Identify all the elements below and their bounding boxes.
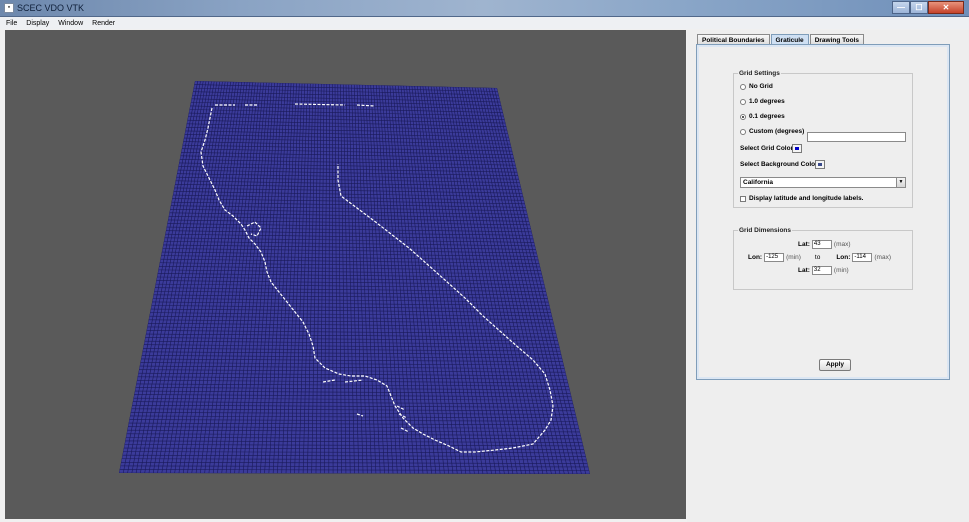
menu-window[interactable]: Window [58, 20, 83, 27]
radio-circle[interactable] [740, 128, 746, 135]
checkbox-label: Display latitude and longitude labels. [749, 195, 864, 202]
radio-label: No Grid [749, 83, 773, 90]
grid-settings-group: Grid Settings No Grid 1.0 degrees 0.1 de… [733, 70, 913, 208]
chevron-down-icon[interactable]: ▼ [896, 178, 905, 187]
select-grid-color-label: Select Grid Color [740, 145, 794, 152]
lat-max-row: Lat: 43 (max) [798, 240, 851, 249]
region-select-value: California [743, 179, 773, 186]
background-color-swatch [818, 163, 822, 166]
to-text: to [814, 254, 821, 261]
lon-max-input[interactable]: -114 [852, 253, 873, 262]
lon-min-input[interactable]: -125 [764, 253, 785, 262]
select-background-color-label: Select Background Color [740, 161, 818, 168]
window-controls: — ☐ ✕ [892, 1, 964, 15]
lat-min-row: Lat: 32 (min) [798, 266, 849, 275]
lat-max-input[interactable]: 43 [811, 240, 832, 249]
menu-display[interactable]: Display [26, 20, 49, 27]
min-hint: (min) [833, 267, 849, 274]
render-viewport[interactable] [5, 30, 686, 519]
lat-max-label: Lat: [798, 241, 810, 248]
lon-min-label: Lon: [748, 254, 763, 261]
radio-label: 0.1 degrees [749, 113, 785, 120]
lat-lon-labels-checkbox[interactable] [740, 195, 746, 202]
max-hint: (max) [874, 254, 891, 261]
graticule-panel: Grid Settings No Grid 1.0 degrees 0.1 de… [696, 44, 950, 380]
minimize-button[interactable]: — [892, 1, 910, 14]
menu-render[interactable]: Render [92, 20, 115, 27]
grid-color-swatch [795, 147, 799, 150]
apply-button[interactable]: Apply [819, 359, 851, 371]
menu-file[interactable]: File [6, 20, 17, 27]
maximize-button[interactable]: ☐ [910, 1, 928, 14]
lat-min-input[interactable]: 32 [811, 266, 832, 275]
grid-dimensions-group: Grid Dimensions Lat: 43 (max) Lon: -125 … [733, 227, 913, 290]
app-icon: ▪ [4, 3, 14, 13]
max-hint: (max) [833, 241, 851, 248]
grid-settings-legend: Grid Settings [739, 70, 780, 77]
radio-circle-selected[interactable] [740, 113, 746, 120]
side-panel: Political Boundaries Graticule Drawing T… [687, 30, 969, 522]
lon-range-row: Lon: -125 (min) to Lon: -114 (max) [748, 253, 891, 262]
radio-custom-degrees[interactable]: Custom (degrees) [740, 128, 804, 135]
radio-no-grid[interactable]: No Grid [740, 83, 773, 90]
lat-lon-labels-checkbox-row[interactable]: Display latitude and longitude labels. [740, 195, 864, 202]
custom-degrees-input[interactable] [807, 132, 906, 142]
radio-label: 1.0 degrees [749, 98, 785, 105]
title-bar: ▪ SCEC VDO VTK — ☐ ✕ [0, 0, 969, 17]
grid-dimensions-legend: Grid Dimensions [739, 227, 792, 234]
grid-color-button[interactable] [792, 144, 802, 153]
lon-max-label: Lon: [836, 254, 851, 261]
min-hint: (min) [786, 254, 801, 261]
radio-circle[interactable] [740, 98, 746, 105]
region-select[interactable]: California ▼ [740, 177, 906, 188]
window-title: SCEC VDO VTK [17, 3, 85, 13]
menu-bar: File Display Window Render [0, 17, 969, 29]
radio-circle[interactable] [740, 83, 746, 90]
graticule-canvas[interactable] [5, 30, 686, 519]
background-color-button[interactable] [815, 160, 825, 169]
radio-1-0-degrees[interactable]: 1.0 degrees [740, 98, 785, 105]
radio-0-1-degrees[interactable]: 0.1 degrees [740, 113, 785, 120]
lat-min-label: Lat: [798, 267, 810, 274]
close-button[interactable]: ✕ [928, 1, 964, 14]
radio-label: Custom (degrees) [749, 128, 805, 135]
